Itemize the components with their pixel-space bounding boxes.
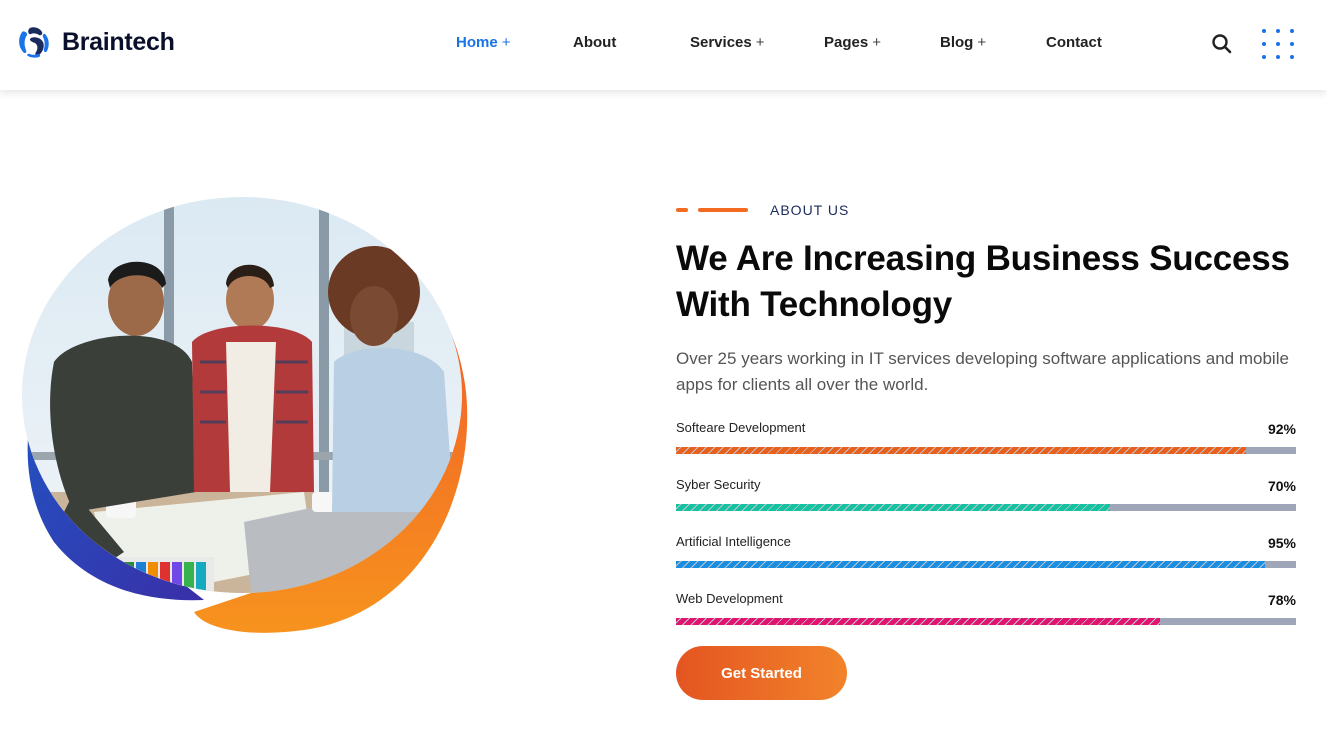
skill-percent: 78% <box>1267 592 1296 608</box>
skill-percent: 95% <box>1267 535 1296 551</box>
nav-blog[interactable]: Blog + <box>940 34 986 51</box>
nav-home[interactable]: Home + <box>456 34 510 51</box>
nav-services-label: Services <box>690 34 752 51</box>
braintech-logo-icon <box>19 27 49 58</box>
eyebrow-dash-long <box>698 208 748 212</box>
nav-blog-label: Blog <box>940 34 974 51</box>
nav-services[interactable]: Services + <box>690 34 765 51</box>
skill-progress-fill <box>676 504 1110 511</box>
skill-row: Syber Security 70% <box>676 477 1296 517</box>
nav-pages-plus-icon: + <box>872 34 881 51</box>
nav-pages-label: Pages <box>824 34 869 51</box>
skill-progress-track <box>676 561 1296 568</box>
nav-contact[interactable]: Contact <box>1046 34 1102 51</box>
about-heading-line2: With Technology <box>676 285 953 324</box>
skill-row: Softeare Development 92% <box>676 420 1296 460</box>
nav-pages[interactable]: Pages + <box>824 34 881 51</box>
site-header: Braintech Home + About Services + Pages + B… <box>0 0 1327 90</box>
about-image <box>14 192 474 637</box>
about-description: Over 25 years working in IT services dev… <box>676 349 1289 394</box>
skill-percent: 70% <box>1267 478 1296 494</box>
nav-contact-label: Contact <box>1046 34 1102 51</box>
skill-percent: 92% <box>1267 421 1296 437</box>
about-heading-line1: We Are Increasing Business Success <box>676 239 1290 278</box>
skill-progress-fill <box>676 447 1247 454</box>
skill-label: Syber Security <box>676 477 761 492</box>
skill-progress-track <box>676 447 1296 454</box>
skill-label: Web Development <box>676 591 783 606</box>
team-photo-illustration <box>22 197 468 633</box>
skill-row: Artificial Intelligence 95% <box>676 534 1296 574</box>
about-heading: We Are Increasing Business Success With … <box>676 236 1316 328</box>
nav-services-plus-icon: + <box>755 34 765 51</box>
nav-home-label: Home <box>456 34 498 51</box>
nav-home-plus-icon: + <box>501 34 511 51</box>
get-started-button[interactable]: Get Started <box>676 646 847 700</box>
skill-progress-fill <box>676 561 1265 568</box>
skill-progress-fill <box>676 618 1160 625</box>
eyebrow-dash-short <box>676 208 688 212</box>
skill-label: Softeare Development <box>676 420 806 435</box>
search-button[interactable] <box>1210 32 1234 56</box>
search-icon <box>1212 34 1232 54</box>
nav-about[interactable]: About <box>573 34 616 51</box>
skill-row: Web Development 78% <box>676 591 1296 631</box>
skill-progress-track <box>676 618 1296 625</box>
offcanvas-menu-button[interactable] <box>1262 29 1294 61</box>
skill-label: Artificial Intelligence <box>676 534 791 549</box>
eyebrow-text: ABOUT US <box>770 202 850 218</box>
brand-name: Braintech <box>62 27 175 56</box>
section-eyebrow: ABOUT US <box>676 201 849 219</box>
nav-about-label: About <box>573 34 617 51</box>
brand-logo[interactable]: Braintech <box>16 24 175 60</box>
skill-progress-track <box>676 504 1296 511</box>
nav-blog-plus-icon: + <box>977 34 987 51</box>
